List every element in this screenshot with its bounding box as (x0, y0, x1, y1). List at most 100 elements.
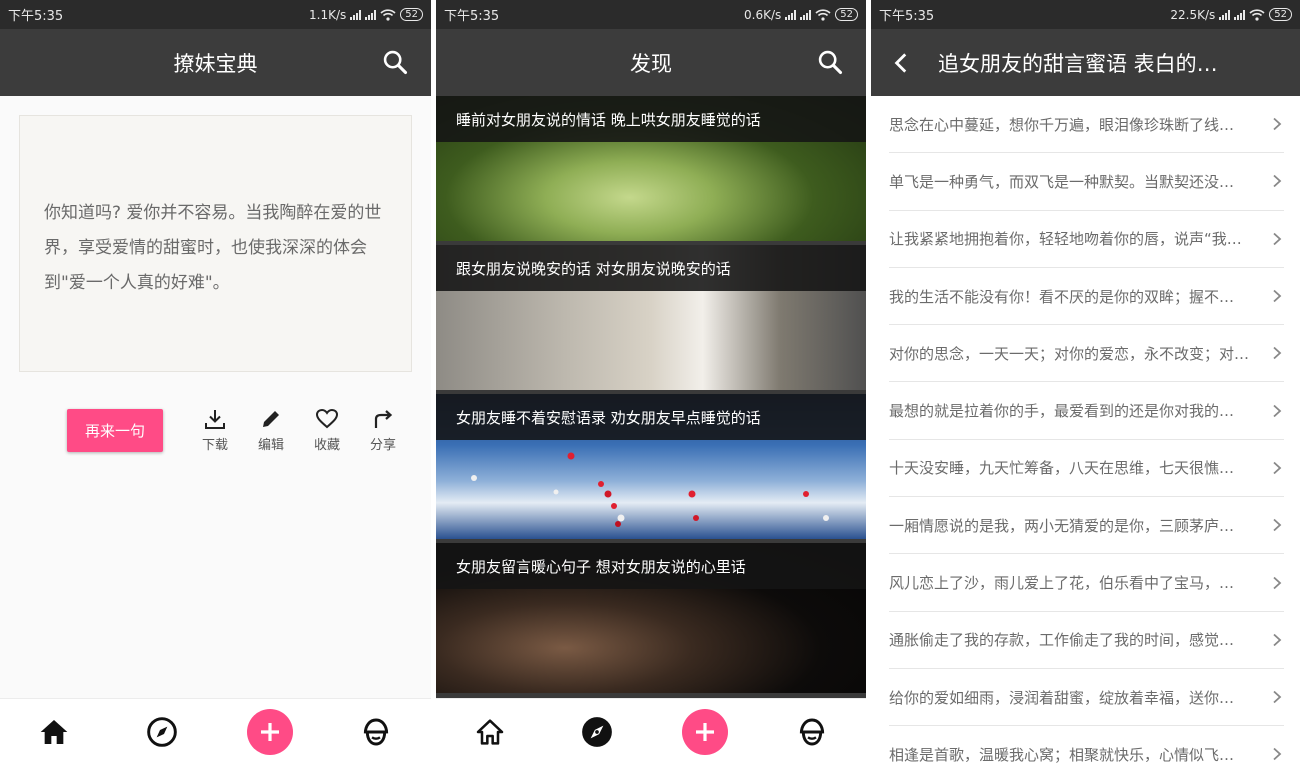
list-item-text: 最想的就是拉着你的手，最爱看到的还是你对我的… (889, 402, 1235, 421)
share-label: 分享 (369, 438, 396, 453)
chevron-right-icon (1273, 519, 1282, 532)
chevron-right-icon (1273, 404, 1282, 417)
bottom-nav (0, 698, 431, 765)
plus-icon (696, 723, 714, 741)
list-item[interactable]: 单飞是一种勇气，而双飞是一种默契。当默契还没… (889, 153, 1284, 211)
nav-home[interactable] (472, 714, 508, 750)
list-item-text: 通胀偷走了我的存款，工作偷走了我的时间，感觉… (889, 631, 1235, 650)
app-bar: 撩妹宝典 (0, 29, 431, 96)
another-quote-button[interactable]: 再来一句 (67, 409, 163, 452)
list-item[interactable]: 思念在心中蔓延，想你千万遍，眼泪像珍珠断了线… (889, 96, 1284, 154)
list-item-text: 单飞是一种勇气，而双飞是一种默契。当默契还没… (889, 172, 1235, 191)
nav-discover[interactable] (579, 714, 615, 750)
nav-profile[interactable] (794, 714, 830, 750)
quote-card: 你知道吗? 爱你并不容易。当我陶醉在爱的世界，享受爱情的甜蜜时，也使我深深的体会… (19, 115, 412, 372)
compass-icon (147, 717, 177, 747)
list-item[interactable]: 对你的思念，一天一天；对你的爱恋，永不改变；对… (889, 325, 1284, 383)
status-time: 下午5:35 (8, 9, 64, 24)
download-icon (205, 410, 225, 429)
list-item-text: 让我紧紧地拥抱着你，轻轻地吻着你的唇，说声“我… (889, 230, 1242, 249)
helmet-icon (799, 718, 825, 746)
feed-caption: 睡前对女朋友说的情话 晚上哄女朋友睡觉的话 (436, 96, 866, 142)
feed-caption: 女朋友留言暖心句子 想对女朋友说的心里话 (436, 543, 866, 589)
action-bar: 再来一句 下载 编辑 收藏 分享 (0, 407, 431, 457)
sweet-words-list: 思念在心中蔓延，想你千万遍，眼泪像珍珠断了线… 单飞是一种勇气，而双飞是一种默契… (871, 96, 1300, 765)
list-item[interactable]: 我的生活不能没有你！看不厌的是你的双眸；握不… (889, 268, 1284, 326)
list-item[interactable]: 一厢情愿说的是我，两小无猜爱的是你，三顾茅庐… (889, 497, 1284, 555)
chevron-right-icon (1273, 748, 1282, 761)
chevron-right-icon (1273, 175, 1282, 188)
feed-item[interactable]: 跟女朋友说晚安的话 对女朋友说晚安的话 (436, 245, 866, 390)
app-bar: 发现 (436, 29, 866, 96)
battery-indicator: 52 (835, 8, 858, 21)
chevron-right-icon (1273, 576, 1282, 589)
status-bar: 下午5:35 0.6K/s 52 (436, 0, 866, 29)
wifi-icon (380, 8, 396, 21)
list-item[interactable]: 通胀偷走了我的存款，工作偷走了我的时间，感觉… (889, 612, 1284, 669)
nav-discover[interactable] (144, 714, 180, 750)
chevron-right-icon (1273, 289, 1282, 303)
chevron-right-icon (1273, 633, 1282, 646)
list-item[interactable]: 相逢是首歌，温暖我心窝；相聚就快乐，心情似飞… (889, 726, 1284, 765)
edit-button[interactable]: 编辑 (253, 407, 289, 455)
network-speed: 22.5K/s (1170, 7, 1216, 22)
status-indicators: 0.6K/s 52 (744, 8, 858, 22)
chevron-right-icon (1273, 347, 1282, 360)
back-arrow-icon[interactable] (889, 50, 915, 76)
feed-item[interactable]: 女朋友睡不着安慰语录 劝女朋友早点睡觉的话 (436, 394, 866, 539)
home-outline-icon (476, 719, 504, 745)
favorite-button[interactable]: 收藏 (309, 407, 345, 455)
signal-icon-2 (365, 9, 377, 20)
list-item[interactable]: 给你的爱如细雨，浸润着甜蜜，绽放着幸福，送你… (889, 669, 1284, 727)
nav-home[interactable] (36, 714, 72, 750)
list-item-text: 一厢情愿说的是我，两小无猜爱的是你，三顾茅庐… (889, 516, 1235, 535)
nav-add-button[interactable] (682, 709, 728, 755)
search-icon[interactable] (381, 48, 409, 76)
plus-icon (261, 723, 279, 741)
battery-indicator: 52 (400, 8, 423, 21)
download-button[interactable]: 下载 (197, 407, 233, 455)
list-item[interactable]: 最想的就是拉着你的手，最爱看到的还是你对我的… (889, 382, 1284, 440)
pencil-icon (263, 411, 279, 427)
nav-add-button[interactable] (247, 709, 293, 755)
quote-text: 你知道吗? 爱你并不容易。当我陶醉在爱的世界，享受爱情的甜蜜时，也使我深深的体会… (44, 203, 382, 293)
page-title: 追女朋友的甜言蜜语 表白的… (938, 51, 1218, 76)
status-indicators: 1.1K/s 52 (309, 8, 423, 22)
chevron-right-icon (1273, 461, 1282, 475)
status-time: 下午5:35 (879, 9, 935, 24)
status-indicators: 22.5K/s 52 (1170, 8, 1292, 22)
signal-icon (785, 9, 797, 20)
list-item[interactable]: 让我紧紧地拥抱着你，轻轻地吻着你的唇，说声“我… (889, 211, 1284, 268)
list-item-text: 给你的爱如细雨，浸润着甜蜜，绽放着幸福，送你… (889, 688, 1235, 707)
feed-item[interactable]: 女朋友留言暖心句子 想对女朋友说的心里话 (436, 543, 866, 693)
page-title: 发现 (630, 51, 672, 76)
feed-caption: 女朋友睡不着安慰语录 劝女朋友早点睡觉的话 (436, 394, 866, 440)
list-item[interactable]: 风儿恋上了沙，雨儿爱上了花，伯乐看中了宝马，… (889, 554, 1284, 612)
phone-screen-discover: 下午5:35 0.6K/s 52 发现 睡前对女朋友说的情话 晚上哄女朋友睡觉的… (436, 0, 866, 765)
discover-feed: 睡前对女朋友说的情话 晚上哄女朋友睡觉的话 跟女朋友说晚安的话 对女朋友说晚安的… (436, 96, 866, 698)
compass-icon (582, 717, 612, 747)
list-item[interactable]: 十天没安睡，九天忙筹备，八天在思维，七天很憔… (889, 440, 1284, 498)
feed-item[interactable]: 睡前对女朋友说的情话 晚上哄女朋友睡觉的话 (436, 96, 866, 241)
share-button[interactable]: 分享 (365, 407, 401, 455)
status-time: 下午5:35 (444, 9, 500, 24)
search-icon[interactable] (816, 48, 844, 76)
page-title: 撩妹宝典 (173, 51, 258, 76)
list-item-text: 风儿恋上了沙，雨儿爱上了花，伯乐看中了宝马，… (889, 574, 1235, 593)
network-speed: 0.6K/s (744, 7, 782, 22)
signal-icon-2 (800, 9, 812, 20)
list-item-text: 思念在心中蔓延，想你千万遍，眼泪像珍珠断了线… (889, 115, 1235, 134)
download-label: 下载 (201, 438, 228, 453)
list-item-text: 我的生活不能没有你！看不厌的是你的双眸；握不… (889, 287, 1235, 306)
list-item-text: 对你的思念，一天一天；对你的爱恋，永不改变；对… (889, 344, 1250, 363)
app-bar: 追女朋友的甜言蜜语 表白的… (871, 29, 1300, 96)
edit-label: 编辑 (257, 438, 284, 453)
favorite-label: 收藏 (313, 438, 340, 453)
phone-screen-list: 下午5:35 22.5K/s 52 追女朋友的甜言蜜语 表白的… 思念在心中蔓延… (871, 0, 1300, 765)
nav-profile[interactable] (358, 714, 394, 750)
chevron-right-icon (1273, 690, 1282, 704)
signal-icon (350, 9, 362, 20)
helmet-icon (363, 718, 389, 746)
list-item-text: 十天没安睡，九天忙筹备，八天在思维，七天很憔… (889, 459, 1235, 478)
screens-container: 下午5:35 1.1K/s 52 撩妹宝典 你知道吗? 爱你并不容易。当我陶醉在… (0, 0, 1300, 765)
